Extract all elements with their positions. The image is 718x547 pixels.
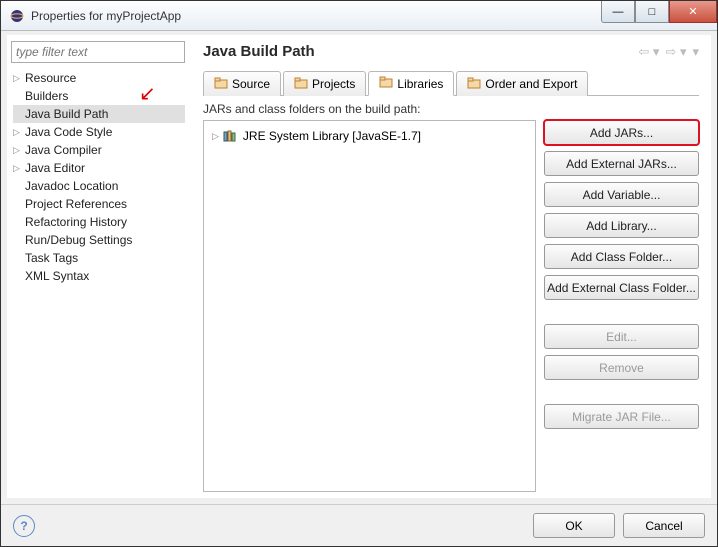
page-title: Java Build Path (203, 43, 638, 60)
eclipse-icon (9, 8, 25, 24)
sidebar-item-refactoring-history[interactable]: Refactoring History (13, 213, 185, 231)
tab-projects[interactable]: Projects (283, 71, 366, 96)
sidebar-item-java-compiler[interactable]: Java Compiler (13, 141, 185, 159)
tab-label: Source (232, 77, 270, 91)
sidebar-item-javadoc-location[interactable]: Javadoc Location (13, 177, 185, 195)
add-variable-button[interactable]: Add Variable... (544, 182, 699, 207)
properties-dialog: Properties for myProjectApp — □ ✕ Resour… (0, 0, 718, 547)
tab-order-and-export[interactable]: Order and Export (456, 71, 588, 96)
window-buttons: — □ ✕ (601, 1, 717, 30)
migrate-jar-file-button: Migrate JAR File... (544, 404, 699, 429)
window-title: Properties for myProjectApp (31, 9, 601, 23)
main-panel: ↙ Java Build Path ⇦ ▾ ⇨ ▾ ▾ SourceProjec… (189, 35, 711, 498)
button-column: Add JARs... Add External JARs... Add Varia… (544, 120, 699, 492)
tab-icon (467, 77, 481, 92)
add-jars-button[interactable]: Add JARs... (544, 120, 699, 145)
category-tree[interactable]: ResourceBuildersJava Build PathJava Code… (11, 69, 185, 492)
add-library-button[interactable]: Add Library... (544, 213, 699, 238)
sidebar-item-builders[interactable]: Builders (13, 87, 185, 105)
tab-icon (379, 76, 393, 91)
tab-source[interactable]: Source (203, 71, 281, 96)
tab-label: Order and Export (485, 77, 577, 91)
library-icon (223, 130, 239, 142)
filter-input[interactable] (11, 41, 185, 63)
dialog-body: ResourceBuildersJava Build PathJava Code… (7, 35, 711, 498)
category-sidebar: ResourceBuildersJava Build PathJava Code… (7, 35, 189, 498)
tab-libraries[interactable]: Libraries (368, 71, 454, 96)
back-icon[interactable]: ⇦ ▾ (638, 44, 659, 60)
add-class-folder-button[interactable]: Add Class Folder... (544, 244, 699, 269)
sidebar-item-java-code-style[interactable]: Java Code Style (13, 123, 185, 141)
help-icon[interactable]: ? (13, 515, 35, 537)
forward-icon[interactable]: ⇨ ▾ (665, 44, 686, 60)
sidebar-item-resource[interactable]: Resource (13, 69, 185, 87)
library-label: JRE System Library [JavaSE-1.7] (243, 129, 421, 143)
sidebar-item-run-debug-settings[interactable]: Run/Debug Settings (13, 231, 185, 249)
maximize-button[interactable]: □ (635, 1, 669, 23)
menu-icon[interactable]: ▾ (692, 44, 699, 60)
cancel-button[interactable]: Cancel (623, 513, 705, 538)
titlebar: Properties for myProjectApp — □ ✕ (1, 1, 717, 31)
libraries-area: ▷ JRE System Library [JavaSE-1.7] Add JA… (203, 120, 699, 492)
remove-button: Remove (544, 355, 699, 380)
close-button[interactable]: ✕ (669, 1, 717, 23)
sidebar-item-project-references[interactable]: Project References (13, 195, 185, 213)
libraries-tree[interactable]: ▷ JRE System Library [JavaSE-1.7] (203, 120, 536, 492)
nav-buttons: ⇦ ▾ ⇨ ▾ ▾ (638, 44, 699, 60)
tab-label: Projects (312, 77, 355, 91)
sidebar-item-java-build-path[interactable]: Java Build Path (13, 105, 185, 123)
sidebar-item-java-editor[interactable]: Java Editor (13, 159, 185, 177)
main-header: Java Build Path ⇦ ▾ ⇨ ▾ ▾ (203, 43, 699, 60)
edit-button: Edit... (544, 324, 699, 349)
expand-icon[interactable]: ▷ (212, 131, 219, 142)
tab-icon (214, 77, 228, 92)
sidebar-item-xml-syntax[interactable]: XML Syntax (13, 267, 185, 285)
tab-icon (294, 77, 308, 92)
ok-button[interactable]: OK (533, 513, 615, 538)
add-external-class-folder-button[interactable]: Add External Class Folder... (544, 275, 699, 300)
minimize-button[interactable]: — (601, 1, 635, 23)
subheader-label: JARs and class folders on the build path… (203, 102, 699, 116)
sidebar-item-task-tags[interactable]: Task Tags (13, 249, 185, 267)
add-external-jars-button[interactable]: Add External JARs... (544, 151, 699, 176)
dialog-footer: ? OK Cancel (1, 504, 717, 546)
library-entry[interactable]: ▷ JRE System Library [JavaSE-1.7] (210, 127, 529, 145)
tab-bar: Source Projects Libraries Order and Export (203, 70, 699, 96)
tab-label: Libraries (397, 77, 443, 91)
